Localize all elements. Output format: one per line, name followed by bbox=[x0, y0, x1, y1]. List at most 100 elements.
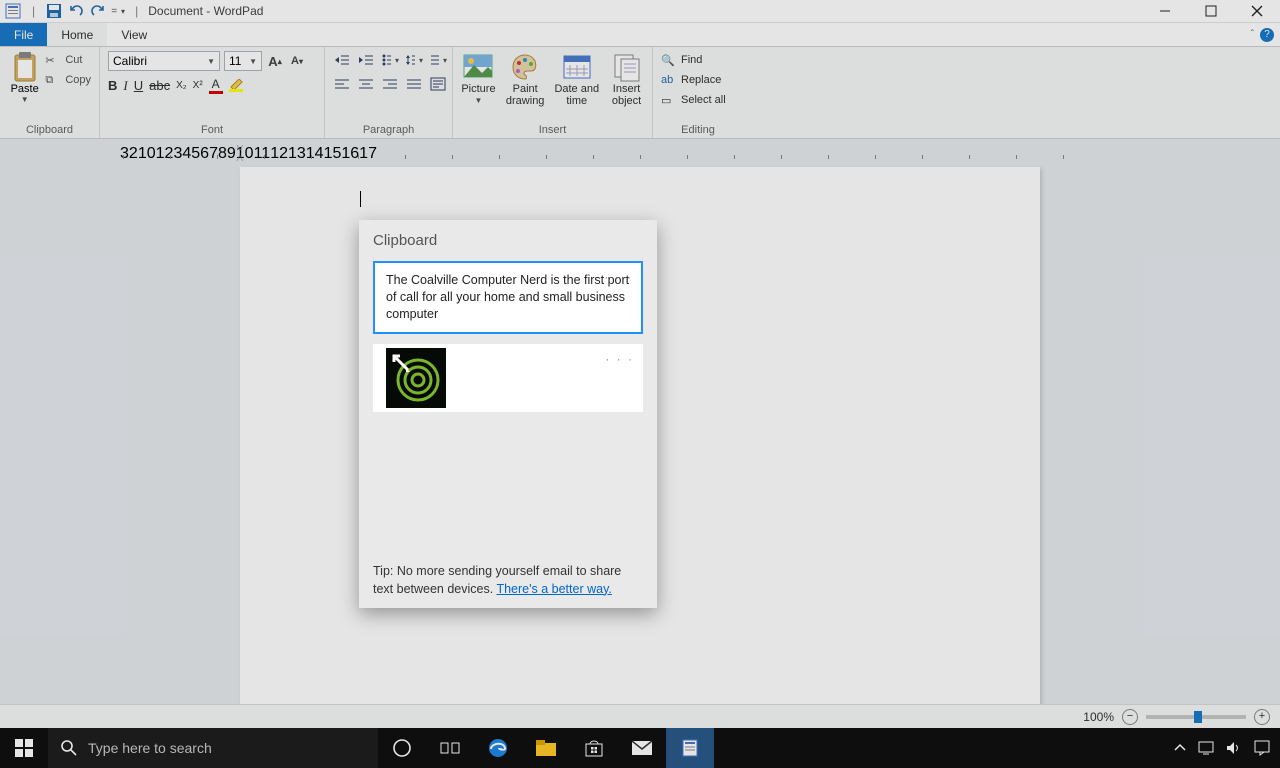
redo-icon[interactable] bbox=[89, 2, 107, 20]
collapse-ribbon-icon[interactable]: ˆ bbox=[1251, 29, 1254, 40]
search-icon bbox=[60, 739, 78, 757]
edge-icon[interactable] bbox=[474, 728, 522, 768]
superscript-button[interactable]: X² bbox=[193, 80, 203, 91]
mail-icon[interactable] bbox=[618, 728, 666, 768]
grow-font-icon[interactable]: A▴ bbox=[266, 52, 284, 70]
task-view-icon[interactable] bbox=[426, 728, 474, 768]
font-color-button[interactable]: A bbox=[209, 77, 223, 94]
group-label-paragraph: Paragraph bbox=[333, 122, 444, 136]
store-icon[interactable] bbox=[570, 728, 618, 768]
font-name-value: Calibri bbox=[113, 54, 147, 68]
font-name-combo[interactable]: Calibri▼ bbox=[108, 51, 220, 71]
app-icon bbox=[4, 2, 22, 20]
align-right-icon[interactable] bbox=[381, 75, 399, 93]
insert-object-label: Insert object bbox=[612, 83, 641, 107]
group-label-insert: Insert bbox=[461, 122, 644, 136]
insert-picture-button[interactable]: Picture▼ bbox=[461, 51, 496, 107]
subscript-button[interactable]: X₂ bbox=[176, 80, 187, 91]
clipboard-item-text[interactable]: The Coalville Computer Nerd is the first… bbox=[373, 261, 643, 334]
explorer-icon[interactable] bbox=[522, 728, 570, 768]
group-label-clipboard: Clipboard bbox=[8, 122, 91, 136]
clipboard-tip: Tip: No more sending yourself email to s… bbox=[373, 563, 643, 598]
select-all-button[interactable]: ▭Select all bbox=[661, 91, 726, 109]
font-size-combo[interactable]: 11▼ bbox=[224, 51, 262, 71]
clipboard-tip-link[interactable]: There's a better way. bbox=[496, 582, 611, 596]
chevron-down-icon: ▼ bbox=[21, 95, 29, 104]
increase-indent-icon[interactable] bbox=[357, 51, 375, 69]
ruler[interactable]: 32101234567891011121314151617▽△ bbox=[120, 145, 1260, 161]
tab-settings-icon[interactable] bbox=[429, 51, 447, 69]
find-button[interactable]: 🔍Find bbox=[661, 51, 702, 69]
taskbar-pinned bbox=[378, 728, 714, 768]
align-center-icon[interactable] bbox=[357, 75, 375, 93]
maximize-button[interactable] bbox=[1188, 0, 1234, 23]
window-title: Document - WordPad bbox=[148, 4, 263, 18]
text-caret bbox=[360, 191, 361, 207]
volume-icon[interactable] bbox=[1226, 741, 1242, 755]
decrease-indent-icon[interactable] bbox=[333, 51, 351, 69]
underline-button[interactable]: U bbox=[134, 78, 143, 93]
help-icon[interactable]: ? bbox=[1260, 28, 1274, 42]
clipboard-panel: Clipboard The Coalville Computer Nerd is… bbox=[359, 220, 657, 608]
bold-button[interactable]: B bbox=[108, 78, 117, 93]
wordpad-taskbar-icon[interactable] bbox=[666, 728, 714, 768]
save-icon[interactable] bbox=[45, 2, 63, 20]
taskbar: Type here to search bbox=[0, 728, 1280, 768]
strikethrough-button[interactable]: abc bbox=[149, 78, 170, 93]
chevron-down-icon: ▼ bbox=[474, 95, 482, 107]
zoom-out-button[interactable]: − bbox=[1122, 709, 1138, 725]
insert-object-button[interactable]: Insert object bbox=[609, 51, 644, 107]
justify-icon[interactable] bbox=[405, 75, 423, 93]
zoom-percent: 100% bbox=[1083, 710, 1114, 724]
clipboard-item-menu-icon[interactable]: · · · bbox=[604, 269, 633, 285]
tray-overflow-icon[interactable] bbox=[1174, 742, 1186, 754]
font-size-value: 11 bbox=[229, 54, 241, 68]
replace-button[interactable]: abReplace bbox=[661, 71, 721, 89]
paste-label: Paste bbox=[11, 83, 39, 95]
copy-icon: ⧉ bbox=[45, 74, 61, 87]
paragraph-dialog-icon[interactable] bbox=[429, 75, 447, 93]
window-controls bbox=[1142, 0, 1280, 23]
undo-icon[interactable] bbox=[67, 2, 85, 20]
close-button[interactable] bbox=[1234, 0, 1280, 23]
highlight-button[interactable] bbox=[229, 79, 243, 92]
search-placeholder: Type here to search bbox=[88, 740, 212, 756]
zoom-slider[interactable] bbox=[1146, 715, 1246, 719]
insert-paint-label: Paint drawing bbox=[506, 83, 545, 107]
find-label: Find bbox=[681, 54, 702, 66]
cortana-icon[interactable] bbox=[378, 728, 426, 768]
paste-button[interactable]: Paste ▼ bbox=[8, 51, 41, 104]
bullet-list-icon[interactable] bbox=[381, 51, 399, 69]
zoom-slider-thumb[interactable] bbox=[1194, 711, 1202, 723]
group-clipboard: Paste ▼ ✂Cut ⧉Copy Clipboard bbox=[0, 47, 100, 138]
tab-view[interactable]: View bbox=[107, 23, 161, 46]
minimize-button[interactable] bbox=[1142, 0, 1188, 23]
qat-sep2: | bbox=[135, 4, 138, 18]
copy-button[interactable]: ⧉Copy bbox=[45, 71, 91, 89]
title-bar: | = | Document - WordPad bbox=[0, 0, 1280, 23]
clipboard-item-menu-icon[interactable]: · · · bbox=[605, 351, 634, 367]
group-label-editing: Editing bbox=[661, 122, 735, 136]
shrink-font-icon[interactable]: A▾ bbox=[288, 52, 306, 70]
action-center-icon[interactable] bbox=[1254, 740, 1270, 756]
status-bar: 100% − + bbox=[0, 704, 1280, 728]
start-button[interactable] bbox=[0, 728, 48, 768]
tab-file[interactable]: File bbox=[0, 23, 47, 46]
group-insert: Picture▼ Paint drawing Date and time Ins… bbox=[453, 47, 653, 138]
qat-customize-icon[interactable]: = bbox=[111, 2, 125, 20]
tab-home[interactable]: Home bbox=[47, 23, 107, 46]
network-icon[interactable] bbox=[1198, 741, 1214, 755]
clipboard-item-image[interactable]: · · · bbox=[373, 344, 643, 412]
align-left-icon[interactable] bbox=[333, 75, 351, 93]
replace-label: Replace bbox=[681, 74, 721, 86]
line-spacing-icon[interactable] bbox=[405, 51, 423, 69]
insert-datetime-label: Date and time bbox=[554, 83, 599, 107]
quick-access-toolbar: | = | bbox=[0, 2, 148, 20]
cut-button[interactable]: ✂Cut bbox=[45, 51, 91, 69]
zoom-in-button[interactable]: + bbox=[1254, 709, 1270, 725]
group-font: Calibri▼ 11▼ A▴ A▾ B I U abc X₂ X² A Fon… bbox=[100, 47, 325, 138]
insert-paint-button[interactable]: Paint drawing bbox=[506, 51, 545, 107]
insert-datetime-button[interactable]: Date and time bbox=[554, 51, 599, 107]
taskbar-search[interactable]: Type here to search bbox=[48, 728, 378, 768]
italic-button[interactable]: I bbox=[123, 78, 127, 94]
